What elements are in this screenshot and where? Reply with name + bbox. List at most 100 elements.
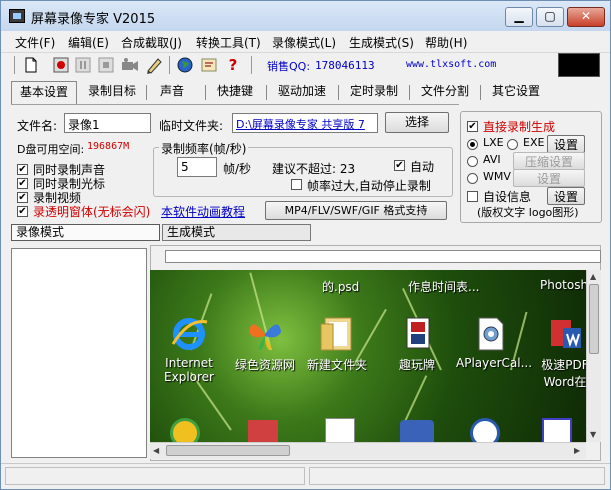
app-camera-icon[interactable] (9, 9, 25, 23)
record-transparent-label: 录透明窗体(无标会闪) (33, 205, 151, 219)
desktop-app-icon[interactable] (400, 420, 434, 442)
menu-convert-tools[interactable]: 转换工具(T) (196, 34, 261, 51)
setup-button[interactable]: 设置 (547, 135, 585, 153)
help-icon[interactable]: ? (223, 55, 243, 75)
select-folder-button[interactable]: 选择 (385, 112, 449, 133)
stop-icon[interactable] (96, 55, 116, 75)
custom-info-setup-button[interactable]: 设置 (547, 187, 585, 205)
tab-record-mode[interactable]: 录像模式 (11, 224, 160, 241)
direct-record-label: 直接录制生成 (483, 120, 556, 134)
desktop-file-label[interactable]: 的.psd (322, 278, 359, 295)
format-wmv-label: WMV (483, 170, 511, 183)
desktop-icon-green-resource[interactable]: 绿色资源网 (230, 314, 300, 373)
menu-file[interactable]: 文件(F) (15, 34, 55, 51)
custom-info-checkbox[interactable] (467, 191, 478, 202)
scroll-left-arrow[interactable]: ◀ (153, 446, 159, 455)
menu-edit[interactable]: 编辑(E) (68, 34, 109, 51)
desktop-file-label[interactable]: 作息时间表... (408, 278, 479, 295)
vertical-scroll-thumb[interactable] (589, 284, 599, 354)
frame-rate-suggestion: 建议不超过: 23 (272, 162, 356, 176)
maximize-button[interactable]: ▢ (536, 7, 564, 27)
frame-rate-input[interactable]: 5 (177, 157, 217, 177)
menu-generate-mode[interactable]: 生成模式(S) (349, 34, 414, 51)
format-avi-label: AVI (483, 153, 501, 166)
auto-frame-rate-checkbox[interactable]: ✔ (394, 160, 405, 171)
scroll-up-arrow[interactable]: ▲ (590, 272, 596, 281)
wmv-setup-button[interactable]: 设置 (513, 169, 585, 187)
record-list-pane[interactable] (11, 248, 147, 458)
direct-record-checkbox[interactable]: ✔ (467, 121, 478, 132)
camera-icon[interactable] (120, 55, 140, 75)
tab-divider (266, 85, 267, 100)
tab-record-target[interactable]: 录制目标 (81, 81, 143, 103)
record-video-checkbox[interactable]: ✔ (17, 192, 28, 203)
settings-tabs: 基本设置 录制目标 声音 快捷键 驱动加速 定时录制 文件分割 其它设置 (11, 81, 601, 104)
desktop-app-icon[interactable] (470, 418, 500, 442)
desktop-app-icon[interactable] (170, 418, 200, 442)
website-link[interactable]: www.tlxsoft.com (406, 59, 496, 70)
preview-vertical-scrollbar[interactable]: ▲ ▼ (586, 270, 601, 442)
record-transparent-checkbox[interactable]: ✔ (17, 206, 28, 217)
record-sound-checkbox[interactable]: ✔ (17, 164, 28, 175)
tab-divider (338, 85, 339, 100)
pause-icon[interactable] (73, 55, 93, 75)
format-exe-radio[interactable] (507, 139, 518, 150)
menu-record-mode[interactable]: 录像模式(L) (272, 34, 336, 51)
format-support-button[interactable]: MP4/FLV/SWF/GIF 格式支持 (265, 201, 447, 220)
desktop-icon-pdf-word[interactable]: 极速PDF Word在 (530, 314, 586, 390)
desktop-app-icon[interactable] (542, 418, 572, 442)
close-button[interactable]: ✕ (567, 7, 605, 27)
record-cursor-checkbox[interactable]: ✔ (17, 178, 28, 189)
tab-generate-mode[interactable]: 生成模式 (162, 224, 311, 241)
folder-icon (317, 314, 357, 354)
format-exe-label: EXE (523, 136, 545, 149)
status-cell (309, 467, 605, 485)
desktop-file-label[interactable]: Photosh (540, 278, 586, 292)
menu-compose-cut[interactable]: 合成截取(J) (121, 34, 182, 51)
temp-folder-input[interactable]: D:\屏幕录像专家 共享版 7 (232, 113, 378, 133)
tab-hotkeys[interactable]: 快捷键 (209, 81, 261, 103)
record-icon[interactable] (51, 55, 71, 75)
scroll-right-arrow[interactable]: ▶ (574, 446, 580, 455)
desktop-icon-ie[interactable]: Internet Explorer (154, 314, 224, 384)
auto-stop-checkbox[interactable] (291, 179, 302, 190)
title-bar[interactable]: 屏幕录像专家 V2015 ▁ ▢ ✕ (1, 1, 610, 31)
tab-sound[interactable]: 声音 (149, 81, 195, 103)
tutorial-link[interactable]: 本软件动画教程 (161, 203, 245, 220)
compress-settings-button[interactable]: 压缩设置 (513, 152, 585, 170)
desktop-icon-label: Internet (165, 356, 213, 370)
desktop-icon-fun-cards[interactable]: 趣玩牌 (382, 314, 452, 373)
timeline-ruler[interactable] (165, 250, 601, 263)
format-lxe-radio[interactable] (467, 139, 478, 150)
desktop-icon-aplayer[interactable]: APlayerCal... (456, 314, 532, 370)
copyright-note: (版权文字 logo图形) (477, 206, 579, 219)
butterfly-shortcut-icon (245, 314, 285, 354)
tab-other-settings[interactable]: 其它设置 (483, 81, 549, 103)
globe-icon[interactable] (175, 55, 195, 75)
info-icon[interactable] (199, 55, 219, 75)
desktop-icon-label: 新建文件夹 (306, 358, 367, 372)
pen-icon[interactable] (144, 55, 164, 75)
screen-preview[interactable]: 的.psd 作息时间表... Photosh Internet Explorer… (150, 270, 586, 442)
new-file-icon[interactable] (21, 55, 41, 75)
desktop-app-icon[interactable] (248, 420, 278, 442)
filename-input[interactable]: 录像1 (64, 113, 151, 133)
desktop-icon-new-folder[interactable]: 新建文件夹 (302, 314, 372, 373)
format-lxe-label: LXE (483, 136, 504, 149)
desktop-file-icon[interactable] (325, 418, 355, 442)
tab-file-split[interactable]: 文件分割 (412, 81, 478, 103)
toolbar-separator (251, 56, 252, 74)
tab-divider (480, 85, 481, 100)
format-wmv-radio[interactable] (467, 173, 478, 184)
tab-divider (205, 85, 206, 100)
preview-horizontal-scrollbar[interactable]: ◀ ▶ (150, 442, 586, 459)
scroll-down-arrow[interactable]: ▼ (590, 430, 596, 439)
minimize-button[interactable]: ▁ (505, 7, 533, 27)
format-avi-radio[interactable] (467, 156, 478, 167)
tab-basic-settings[interactable]: 基本设置 (11, 81, 77, 104)
menu-help[interactable]: 帮助(H) (425, 34, 467, 51)
tab-driver-accel[interactable]: 驱动加速 (269, 81, 335, 103)
tab-timed-record[interactable]: 定时录制 (341, 81, 407, 103)
horizontal-scroll-thumb[interactable] (166, 445, 290, 456)
desktop-icon-label: 极速PDF (541, 358, 586, 372)
